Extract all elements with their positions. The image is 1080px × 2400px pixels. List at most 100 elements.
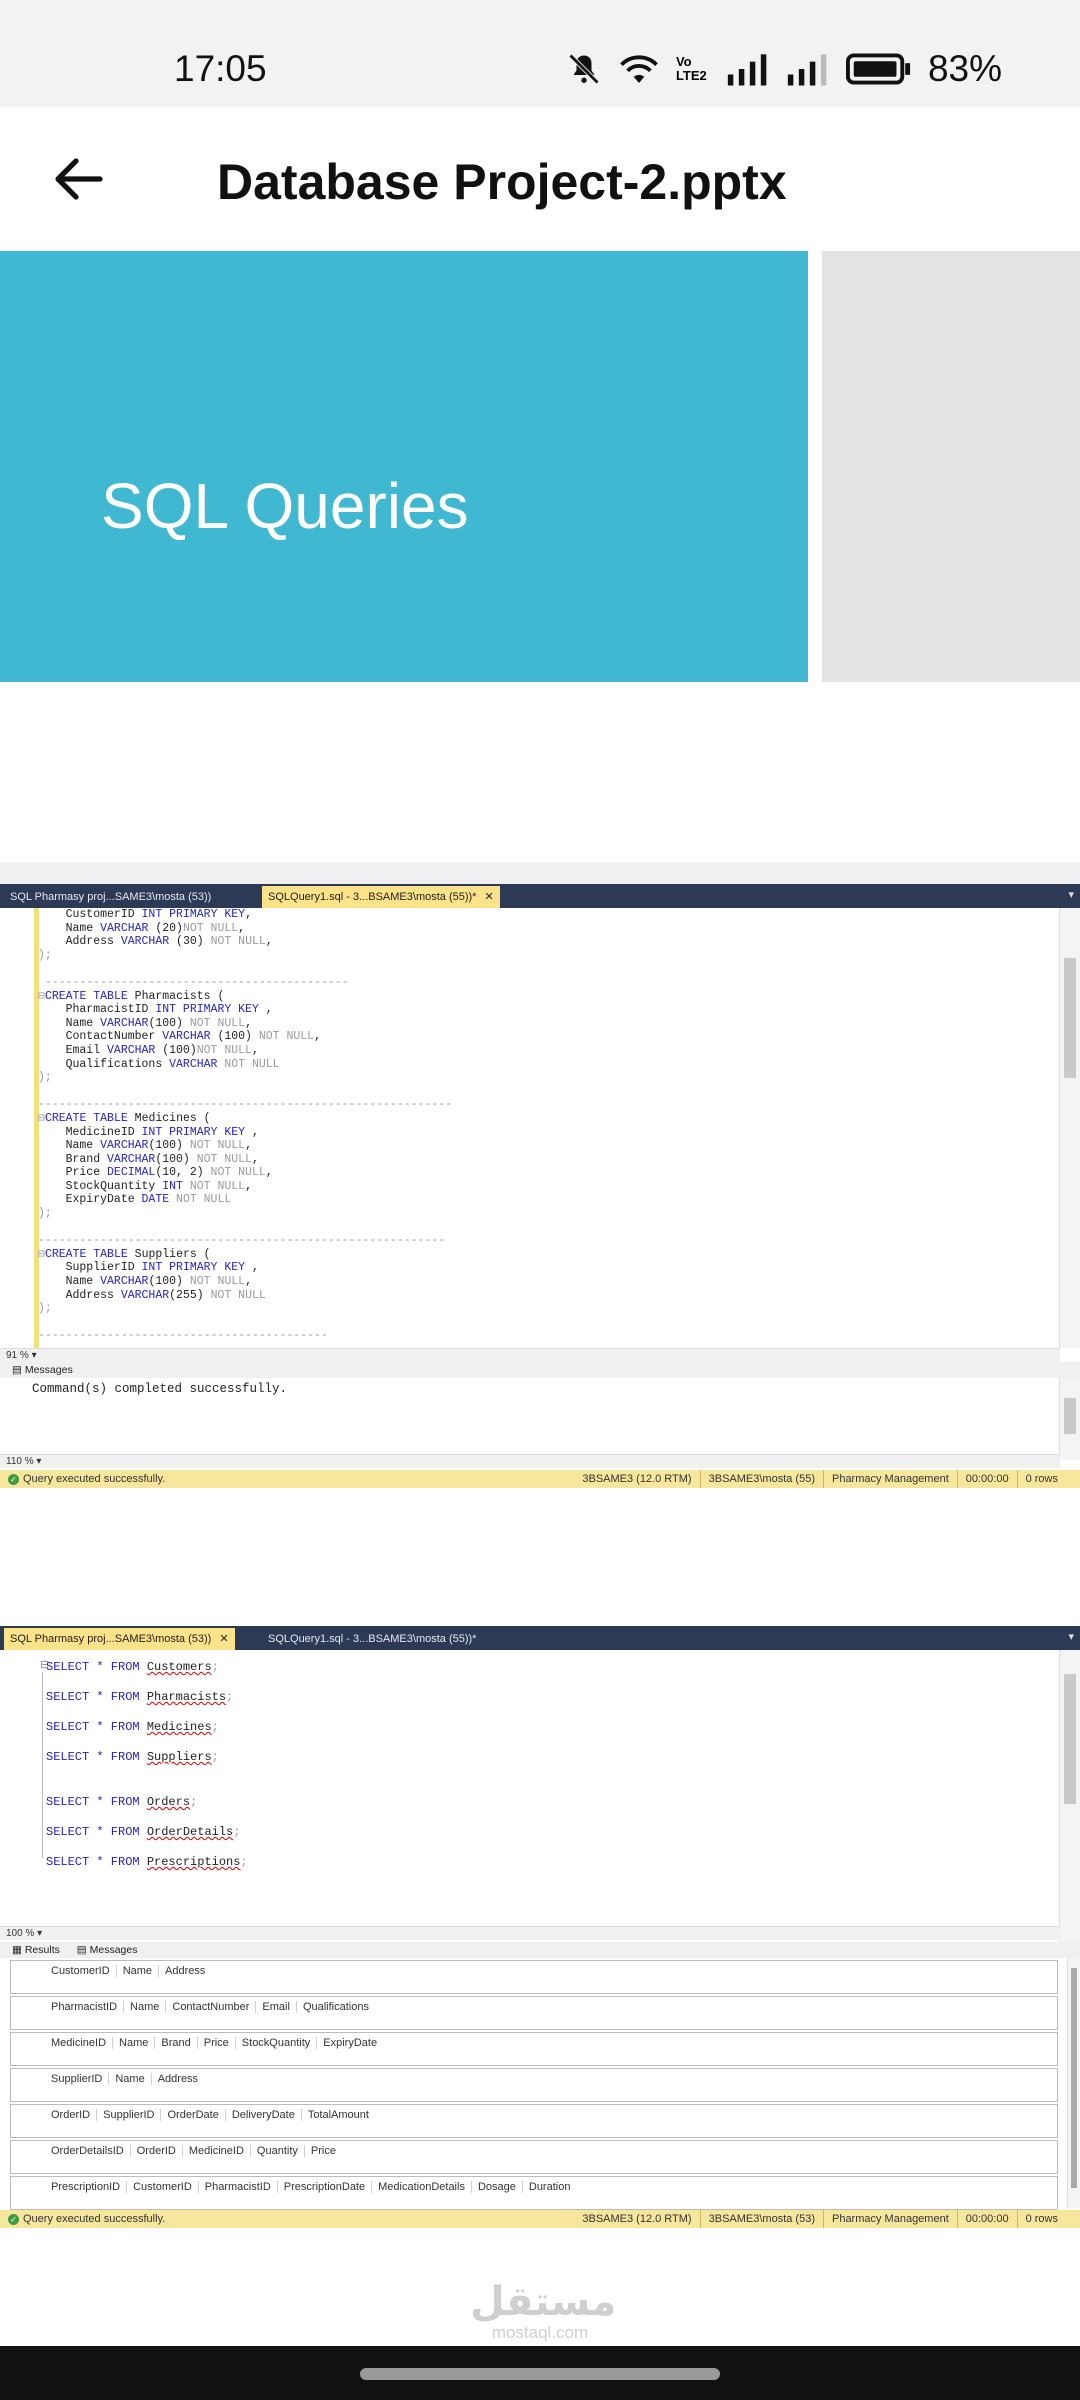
column-header[interactable]: Email [255, 2001, 296, 2013]
query-line: SELECT * FROM Pharmacists; [46, 1690, 234, 1704]
result-grid[interactable]: OrderID SupplierID OrderDate DeliveryDate To… [10, 2104, 1058, 2138]
query-table-name: Customers [146, 1660, 212, 1674]
status-time: 00:00:00 [956, 2210, 1017, 2228]
tab-pharmasy-project[interactable]: SQL Pharmasy proj...SAME3\mosta (53)) ✕ [4, 1628, 235, 1650]
document-title: Database Project-2.pptx [217, 154, 787, 210]
results-scrollbar[interactable] [1067, 1958, 1080, 2208]
status-time: 00:00:00 [956, 1470, 1017, 1488]
query-line: SELECT * FROM Medicines; [46, 1720, 219, 1734]
result-grid[interactable]: CustomerID Name Address [10, 1960, 1058, 1994]
success-icon: ✓ [8, 2213, 19, 2225]
column-header[interactable]: DeliveryDate [224, 2109, 301, 2121]
column-header[interactable]: OrderDetailsID [51, 2145, 130, 2157]
column-header[interactable]: OrderDate [160, 2109, 225, 2121]
navigation-bar [0, 2346, 1080, 2400]
chevron-down-icon[interactable]: ▾ [1068, 1630, 1074, 1643]
editor-scrollbar[interactable] [1059, 908, 1080, 1348]
query-keyword: SELECT * FROM [46, 1795, 140, 1809]
result-grid[interactable]: PrescriptionID CustomerID PharmacistID Pres… [10, 2176, 1058, 2210]
sql-editor[interactable]: ⊟ SELECT * FROM Customers; SELECT * FROM … [6, 1650, 1060, 1950]
column-header[interactable]: OrderID [51, 2109, 96, 2121]
result-grid[interactable]: SupplierID Name Address [10, 2068, 1058, 2102]
tab-sqlquery1[interactable]: SQLQuery1.sql - 3...BSAME3\mosta (55))* ✕ [262, 886, 500, 908]
column-header[interactable]: PrescriptionDate [276, 2181, 372, 2193]
column-header[interactable]: Quantity [249, 2145, 304, 2157]
column-header[interactable]: OrderID [129, 2145, 182, 2157]
editor-scrollbar[interactable] [1059, 1650, 1080, 1950]
zoom-value: 100 % [6, 1928, 35, 1939]
result-grid-header: OrderDetailsID OrderID MedicineID Quantity P… [51, 2145, 342, 2157]
column-header[interactable]: Qualifications [295, 2001, 375, 2013]
scrollbar-thumb[interactable] [1071, 1968, 1077, 2188]
ssms-select-queries-screenshot: SQL Pharmasy proj...SAME3\mosta (53)) ✕ S… [0, 1626, 1080, 2230]
column-header[interactable]: SupplierID [96, 2109, 161, 2121]
status-user: 3BSAME3\mosta (55) [699, 1470, 823, 1488]
back-button[interactable] [44, 147, 112, 211]
column-header[interactable]: Duration [521, 2181, 577, 2193]
scrollbar-thumb[interactable] [1064, 1674, 1076, 1804]
column-header[interactable]: CustomerID [51, 1965, 116, 1977]
results-tab[interactable]: ▦ Results [12, 1944, 60, 1956]
editor-zoom-control[interactable]: 100 % ▾ [0, 1926, 1060, 1940]
slide-sql-queries[interactable]: SQL Queries [0, 251, 808, 682]
tab-label: SQLQuery1.sql - 3...BSAME3\mosta (55))* [268, 891, 477, 903]
query-table-name: Suppliers [146, 1750, 212, 1764]
column-header[interactable]: MedicationDetails [371, 2181, 471, 2193]
query-keyword: SELECT * FROM [46, 1750, 140, 1764]
status-rows: 0 rows [1016, 2210, 1066, 2228]
column-header[interactable]: ContactNumber [165, 2001, 256, 2013]
column-header[interactable]: CustomerID [126, 2181, 198, 2193]
result-grid-header: PharmacistID Name ContactNumber Email Qualif… [51, 2001, 375, 2013]
column-header[interactable]: MedicineID [181, 2145, 250, 2157]
result-grid[interactable]: PharmacistID Name ContactNumber Email Qualif… [10, 1996, 1058, 2030]
query-table-name: Prescriptions [146, 1855, 241, 1869]
close-icon[interactable]: ✕ [219, 1633, 228, 1645]
volte-label: Vo LTE2 [675, 54, 707, 83]
column-header[interactable]: Price [196, 2037, 235, 2049]
column-header[interactable]: Name [123, 2001, 166, 2013]
result-grid[interactable]: OrderDetailsID OrderID MedicineID Quantity P… [10, 2140, 1058, 2174]
tab-pharmasy-project[interactable]: SQL Pharmasy proj...SAME3\mosta (53)) [4, 886, 217, 908]
close-icon[interactable]: ✕ [484, 891, 493, 903]
column-header[interactable]: PrescriptionID [51, 2181, 126, 2193]
column-header[interactable]: SupplierID [51, 2073, 108, 2085]
scrollbar-thumb[interactable] [1064, 958, 1076, 1078]
column-header[interactable]: Brand [154, 2037, 197, 2049]
column-header[interactable]: StockQuantity [234, 2037, 317, 2049]
back-arrow-icon [55, 158, 103, 200]
column-header[interactable]: Price [303, 2145, 342, 2157]
editor-zoom-control[interactable]: 91 % ▾ [0, 1348, 1060, 1362]
result-grid-header: MedicineID Name Brand Price StockQuantity Exp… [51, 2037, 384, 2049]
signal-icon [727, 54, 767, 86]
slide-title: SQL Queries [101, 470, 469, 542]
chevron-down-icon[interactable]: ▾ [1068, 888, 1074, 901]
tab-sqlquery1[interactable]: SQLQuery1.sql - 3...BSAME3\mosta (55))* [262, 1628, 482, 1650]
column-header[interactable]: PharmacistID [51, 2001, 123, 2013]
messages-tab[interactable]: ▤ Messages [0, 1362, 1080, 1378]
home-gesture-handle[interactable] [360, 2368, 720, 2380]
column-header[interactable]: PharmacistID [197, 2181, 277, 2193]
scrollbar-thumb[interactable] [1064, 1398, 1076, 1434]
next-slide-preview[interactable] [822, 251, 1080, 682]
column-header[interactable]: MedicineID [51, 2037, 112, 2049]
column-header[interactable]: Dosage [470, 2181, 522, 2193]
query-line: SELECT * FROM Prescriptions; [46, 1855, 248, 1869]
column-header[interactable]: TotalAmount [300, 2109, 375, 2121]
messages-scrollbar[interactable] [1059, 1378, 1080, 1460]
column-header[interactable]: ExpiryDate [316, 2037, 384, 2049]
messages-zoom-control[interactable]: 110 % ▾ [0, 1454, 1060, 1468]
column-header[interactable]: Name [112, 2037, 155, 2049]
query-keyword: SELECT * FROM [46, 1690, 140, 1704]
status-text: Query executed successfully. [23, 1473, 166, 1485]
sql-editor[interactable]: CustomerID INT PRIMARY KEY, Name VARCHAR… [6, 908, 1060, 1348]
column-header[interactable]: Address [150, 2073, 205, 2085]
message-text: Command(s) completed successfully. [32, 1382, 288, 1396]
column-header[interactable]: Address [158, 1965, 212, 1977]
column-header[interactable]: Name [115, 1965, 159, 1977]
watermark-logo: مستقل mostaql.com [470, 2280, 616, 2342]
result-grid-header: OrderID SupplierID OrderDate DeliveryDate To… [51, 2109, 375, 2121]
result-grid[interactable]: MedicineID Name Brand Price StockQuantity Exp… [10, 2032, 1058, 2066]
column-header[interactable]: Name [108, 2073, 151, 2085]
mute-bell-icon [568, 53, 600, 85]
messages-tab[interactable]: ▤ Messages [77, 1944, 138, 1956]
